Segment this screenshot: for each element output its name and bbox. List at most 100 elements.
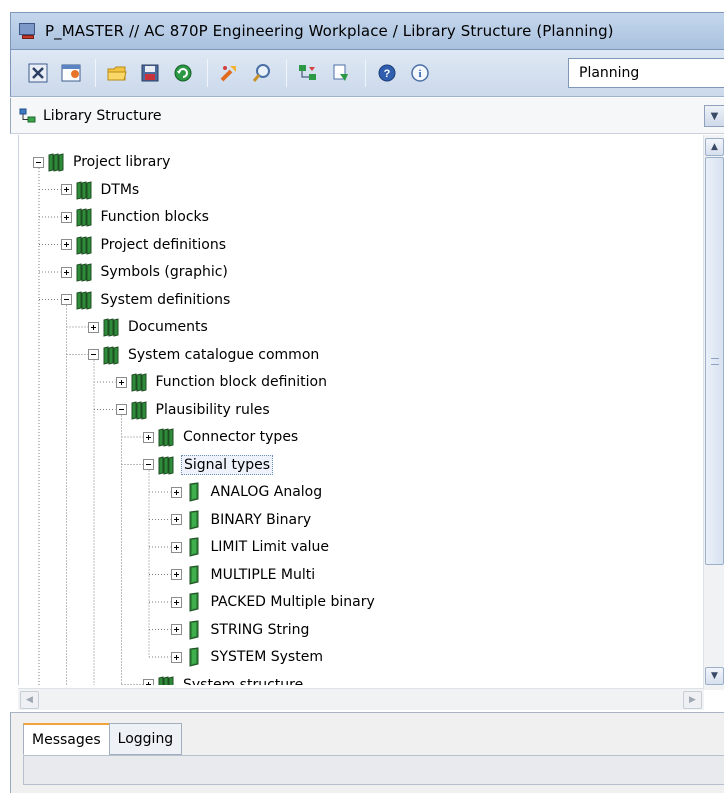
- tree-node[interactable]: DTMs: [60, 178, 142, 202]
- tree-action-button[interactable]: [297, 62, 319, 84]
- tree-node[interactable]: Signal types: [143, 453, 274, 477]
- mode-select[interactable]: Planning: [568, 58, 724, 88]
- expand-toggle[interactable]: [143, 431, 154, 443]
- close-x-icon: [28, 63, 48, 83]
- close-view-button[interactable]: [27, 62, 49, 84]
- tree-node-label: BINARY Binary: [210, 511, 312, 528]
- expand-toggle[interactable]: [170, 541, 182, 553]
- tree-node-label: Function block definition: [155, 374, 328, 390]
- tree-node[interactable]: Function blocks: [60, 205, 211, 229]
- tree-node[interactable]: Function block definition: [115, 370, 330, 394]
- expand-toggle[interactable]: [60, 239, 72, 250]
- scroll-down-button[interactable]: ▼: [705, 667, 724, 685]
- tree-node[interactable]: SYSTEM System: [170, 645, 325, 669]
- expand-toggle[interactable]: [170, 486, 182, 498]
- tree-node[interactable]: System structure: [143, 673, 305, 685]
- scroll-thumb[interactable]: [705, 157, 724, 565]
- search-button[interactable]: [251, 62, 273, 84]
- chevron-left-icon: ◀: [26, 695, 33, 705]
- book-icon: [186, 509, 202, 530]
- tree-node[interactable]: STRING String: [170, 618, 312, 642]
- toolbar-separator: [365, 59, 366, 87]
- library-books-icon: [158, 427, 174, 447]
- open-folder-button[interactable]: [106, 62, 128, 84]
- tree-node[interactable]: Symbols (graphic): [60, 260, 230, 284]
- tab-messages[interactable]: Messages: [23, 723, 110, 755]
- tree-node-label: LIMIT Limit value: [210, 539, 330, 555]
- info-button[interactable]: i: [409, 62, 431, 84]
- tree-node-label: PACKED Multiple binary: [210, 594, 375, 610]
- tree-structure-icon: [19, 108, 36, 122]
- refresh-button[interactable]: [172, 62, 194, 84]
- expand-toggle[interactable]: [170, 569, 182, 580]
- tree-node[interactable]: Project definitions: [60, 233, 229, 257]
- tree-node-label: DTMs: [100, 181, 140, 198]
- bottom-panel: Messages Logging: [10, 712, 724, 793]
- filter-icon: [333, 64, 348, 81]
- tree-node-label: Documents: [128, 319, 208, 335]
- panel-dropdown-button[interactable]: ▼: [704, 105, 724, 127]
- library-books-icon: [103, 317, 119, 337]
- tree-node[interactable]: LIMIT Limit value: [170, 535, 332, 559]
- library-books-icon: [158, 455, 174, 475]
- tree-node[interactable]: Connector types: [143, 425, 300, 449]
- horizontal-scrollbar[interactable]: ◀ ▶: [18, 688, 704, 710]
- book-icon: [186, 647, 202, 667]
- tree-node[interactable]: System definitions: [60, 288, 233, 312]
- collapse-toggle[interactable]: [33, 156, 44, 168]
- filter-button[interactable]: [330, 62, 352, 84]
- expand-toggle[interactable]: [60, 266, 72, 278]
- scroll-left-button[interactable]: ◀: [20, 691, 39, 709]
- library-books-icon: [76, 207, 92, 227]
- refresh-icon: [174, 64, 192, 82]
- book-icon: [186, 592, 202, 612]
- tree-node-label: Symbols (graphic): [100, 264, 228, 280]
- tree-node-label: STRING String: [210, 621, 310, 638]
- svg-text:i: i: [418, 68, 421, 80]
- tab-logging[interactable]: Logging: [108, 723, 183, 755]
- panel-title: Library Structure: [43, 107, 162, 124]
- expand-toggle[interactable]: [60, 184, 72, 195]
- expand-toggle[interactable]: [170, 596, 182, 608]
- library-books-icon: [158, 675, 174, 685]
- scroll-up-button[interactable]: ▲: [705, 138, 724, 156]
- tree-node[interactable]: System catalogue common: [88, 343, 321, 367]
- book-icon: [186, 619, 202, 640]
- tree-node[interactable]: Documents: [88, 315, 210, 339]
- help-icon: ?: [378, 64, 396, 82]
- library-books-icon: [131, 372, 147, 392]
- library-books-icon: [48, 152, 64, 172]
- tree-node[interactable]: ANALOG Analog: [170, 480, 325, 504]
- tree-node-label: Project library: [73, 154, 171, 170]
- expand-toggle[interactable]: [143, 679, 154, 685]
- collapse-toggle[interactable]: [143, 459, 154, 470]
- expand-toggle[interactable]: [88, 321, 99, 333]
- collapse-toggle[interactable]: [60, 294, 72, 305]
- bottom-tabs: Messages Logging: [23, 723, 183, 755]
- book-icon: [186, 482, 202, 502]
- expand-toggle[interactable]: [115, 376, 127, 388]
- collapse-toggle[interactable]: [88, 349, 99, 360]
- collapse-toggle[interactable]: [115, 404, 127, 415]
- scroll-right-button[interactable]: ▶: [683, 691, 702, 709]
- expand-toggle[interactable]: [60, 211, 72, 223]
- expand-toggle[interactable]: [170, 624, 182, 635]
- tools-button[interactable]: [218, 62, 240, 84]
- tree-node[interactable]: PACKED Multiple binary: [170, 590, 377, 614]
- tree-node-label: Connector types: [183, 429, 299, 445]
- tree-node[interactable]: MULTIPLE Multi: [170, 563, 318, 587]
- expand-toggle[interactable]: [170, 651, 182, 663]
- info-icon: i: [411, 64, 429, 82]
- tools-icon: [220, 66, 236, 82]
- tree-node[interactable]: BINARY Binary: [170, 508, 314, 532]
- tree-node[interactable]: Plausibility rules: [115, 398, 272, 422]
- vertical-scrollbar[interactable]: ▲ ▼: [703, 135, 724, 690]
- tree-node[interactable]: Project library: [33, 150, 172, 174]
- new-window-button[interactable]: [60, 62, 82, 84]
- library-tree[interactable]: Project library DTMs Function blocks Projec…: [18, 135, 704, 685]
- folder-icon: [107, 66, 127, 81]
- help-button[interactable]: ?: [376, 62, 398, 84]
- expand-toggle[interactable]: [170, 514, 182, 525]
- save-button[interactable]: [139, 62, 161, 84]
- tree-node-label: Plausibility rules: [155, 401, 270, 418]
